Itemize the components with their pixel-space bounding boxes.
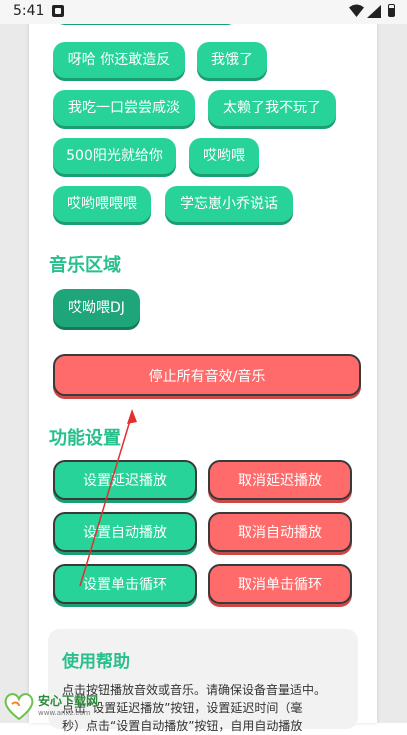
set-loop-button[interactable]: 设置单击循环 bbox=[53, 564, 197, 604]
watermark: 安心下载网 www.anxz.com bbox=[0, 688, 130, 723]
heart-logo-icon bbox=[4, 693, 34, 721]
battery-icon bbox=[388, 4, 395, 17]
wifi-icon bbox=[349, 4, 364, 17]
notification-icon bbox=[52, 5, 64, 17]
stop-all-button[interactable]: 停止所有音效/音乐 bbox=[53, 354, 361, 396]
cancel-loop-button[interactable]: 取消单击循环 bbox=[208, 564, 352, 604]
cancel-auto-button[interactable]: 取消自动播放 bbox=[208, 512, 352, 552]
sound-button-8[interactable]: 学忘崽小乔说话 bbox=[165, 186, 293, 222]
set-delay-button[interactable]: 设置延迟播放 bbox=[53, 460, 197, 500]
watermark-url: www.anxz.com bbox=[38, 709, 91, 717]
sound-button-6[interactable]: 哎哟喂 bbox=[189, 138, 259, 174]
music-section-title: 音乐区域 bbox=[49, 255, 121, 276]
music-button-dj[interactable]: 哎呦喂DJ bbox=[53, 289, 140, 327]
sound-button-4[interactable]: 太赖了我不玩了 bbox=[208, 90, 336, 126]
sound-button-3[interactable]: 我吃一口尝尝咸淡 bbox=[53, 90, 195, 126]
page-background: 呀哈 你还敢造反 我饿了 我吃一口尝尝咸淡 太赖了我不玩了 500阳光就给你 哎… bbox=[0, 0, 407, 733]
sound-button-7[interactable]: 哎哟喂喂喂 bbox=[53, 186, 151, 222]
status-time: 5:41 bbox=[13, 3, 45, 19]
sound-button-5[interactable]: 500阳光就给你 bbox=[53, 138, 176, 174]
signal-icon bbox=[367, 5, 381, 18]
cancel-delay-button[interactable]: 取消延迟播放 bbox=[208, 460, 352, 500]
help-title: 使用帮助 bbox=[62, 652, 130, 672]
sound-button-1[interactable]: 呀哈 你还敢造反 bbox=[53, 42, 185, 78]
function-section-title: 功能设置 bbox=[49, 428, 121, 449]
set-auto-button[interactable]: 设置自动播放 bbox=[53, 512, 197, 552]
status-bar: 5:41 bbox=[0, 0, 407, 24]
watermark-brand: 安心下载网 bbox=[38, 694, 99, 708]
sound-button-2[interactable]: 我饿了 bbox=[197, 42, 267, 78]
